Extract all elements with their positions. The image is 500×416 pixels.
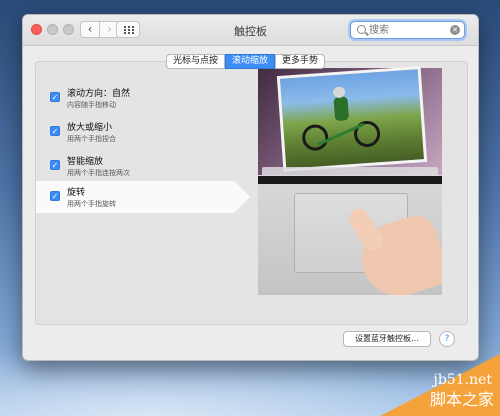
rider xyxy=(333,96,350,122)
tab-point-click[interactable]: 光标与点按 xyxy=(166,54,226,69)
option-title: 旋转 xyxy=(67,188,86,198)
checkbox[interactable]: ✓ xyxy=(50,92,60,102)
tab-more-gestures[interactable]: 更多手势 xyxy=(275,54,326,69)
bike-wheel xyxy=(301,123,330,152)
option-subtitle: 内容随手指移动 xyxy=(67,101,116,109)
settings-panel: ✓ 滚动方向：自然 内容随手指移动 ✓ 放大或缩小 用两个手指捏合 ✓ 智能缩放… xyxy=(35,61,468,325)
option-smart-zoom[interactable]: ✓ 智能缩放 用两个手指连按两次 xyxy=(36,150,256,182)
search-input[interactable] xyxy=(369,23,439,37)
preview-keyboard-edge xyxy=(258,176,442,184)
watermark-site: 脚本之家 xyxy=(429,390,494,409)
clear-search-icon[interactable]: ✕ xyxy=(450,25,460,35)
checkbox[interactable]: ✓ xyxy=(50,191,60,201)
help-button[interactable]: ? xyxy=(439,331,455,347)
watermark: jb51.net 脚本之家 xyxy=(350,354,500,416)
search-icon xyxy=(357,25,366,34)
option-scroll-direction[interactable]: ✓ 滚动方向：自然 内容随手指移动 xyxy=(36,82,256,114)
tab-scroll-zoom[interactable]: 滚动缩放 xyxy=(225,54,276,69)
tab-bar: 光标与点按 滚动缩放 更多手势 xyxy=(166,54,326,69)
option-zoom-in-out[interactable]: ✓ 放大或缩小 用两个手指捏合 xyxy=(36,116,256,148)
option-rotate[interactable]: ✓ 旋转 用两个手指旋转 xyxy=(36,181,250,213)
checkbox[interactable]: ✓ xyxy=(50,126,60,136)
option-title: 滚动方向：自然 xyxy=(67,89,131,99)
option-subtitle: 用两个手指捏合 xyxy=(67,135,116,143)
gesture-preview-video xyxy=(258,63,442,295)
option-title: 放大或缩小 xyxy=(67,123,113,133)
option-subtitle: 用两个手指旋转 xyxy=(67,200,116,208)
setup-bluetooth-trackpad-button[interactable]: 设置蓝牙触控板… xyxy=(343,331,431,347)
title-bar: ‹ › 触控板 ✕ xyxy=(23,15,478,46)
system-preferences-window: ‹ › 触控板 ✕ 光标与点按 滚动缩放 更多手势 ✓ 滚动方向：自然 内容随手… xyxy=(22,14,479,361)
search-field[interactable]: ✕ xyxy=(350,21,465,39)
preview-bike-photo xyxy=(276,66,428,172)
option-subtitle: 用两个手指连按两次 xyxy=(67,169,130,177)
option-title: 智能缩放 xyxy=(67,157,104,167)
checkbox[interactable]: ✓ xyxy=(50,160,60,170)
